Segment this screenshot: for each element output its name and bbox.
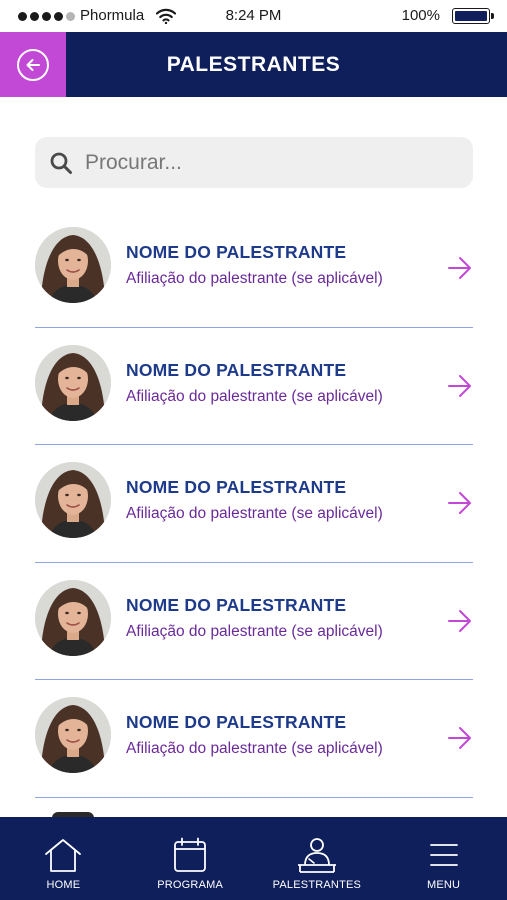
nav-home[interactable]: HOME: [0, 817, 127, 900]
speaker-affiliation: Afiliação do palestrante (se aplicável): [126, 740, 383, 757]
home-icon: [45, 839, 82, 872]
nav-menu[interactable]: MENU: [380, 817, 507, 900]
back-arrow-circle-icon: [17, 48, 49, 81]
nav-programa[interactable]: PROGRAMA: [127, 817, 254, 900]
speaker-list-item[interactable]: NOME DO PALESTRANTE Afiliação do palestr…: [35, 563, 473, 680]
nav-home-label: HOME: [46, 879, 81, 891]
speaker-podium-icon: [297, 838, 336, 873]
app-header: PALESTRANTES: [0, 32, 507, 97]
speaker-list-item[interactable]: NOME DO PALESTRANTE Afiliação do palestr…: [35, 445, 473, 563]
page-title: PALESTRANTES: [166, 53, 341, 76]
arrow-right-icon: [448, 257, 471, 279]
speaker-avatar: [35, 579, 111, 656]
speaker-affiliation: Afiliação do palestrante (se aplicável): [126, 505, 383, 522]
speaker-avatar: [35, 344, 111, 421]
speaker-name: NOME DO PALESTRANTE: [126, 242, 347, 262]
speaker-avatar: [35, 697, 111, 773]
back-button[interactable]: [0, 32, 66, 97]
status-bar: Phormula 8:24 PM 100%: [0, 0, 507, 32]
speaker-affiliation: Afiliação do palestrante (se aplicável): [126, 387, 383, 405]
nav-menu-label: MENU: [427, 879, 461, 891]
nav-programa-label: PROGRAMA: [157, 879, 224, 891]
search-bar[interactable]: [35, 137, 473, 188]
speaker-list-item[interactable]: NOME DO PALESTRANTE Afiliação do palestr…: [35, 680, 473, 798]
speaker-name: NOME DO PALESTRANTE: [126, 712, 347, 732]
arrow-right-icon: [448, 492, 471, 514]
calendar-icon: [174, 837, 207, 872]
speaker-affiliation: Afiliação do palestrante (se aplicável): [126, 270, 383, 287]
speaker-name: NOME DO PALESTRANTE: [126, 477, 347, 497]
battery-percentage: 100%: [401, 7, 440, 24]
search-input[interactable]: [85, 150, 445, 175]
arrow-right-icon: [448, 609, 471, 632]
speaker-avatar: [35, 227, 111, 303]
bottom-navigation: HOME PROGRAMA PALESTRANTES MENU: [0, 817, 507, 900]
hamburger-menu-icon: [429, 844, 458, 866]
speaker-affiliation: Afiliação do palestrante (se aplicável): [126, 622, 383, 640]
speaker-list-item[interactable]: NOME DO PALESTRANTE Afiliação do palestr…: [35, 210, 473, 328]
nav-palestrantes-label: PALESTRANTES: [272, 879, 362, 891]
speaker-avatar: [35, 462, 111, 538]
speaker-name: NOME DO PALESTRANTE: [126, 594, 347, 615]
search-icon: [50, 152, 72, 174]
arrow-right-icon: [448, 374, 471, 397]
speaker-name: NOME DO PALESTRANTE: [126, 359, 347, 380]
nav-palestrantes[interactable]: PALESTRANTES: [254, 817, 381, 900]
speaker-list: NOME DO PALESTRANTE Afiliação do palestr…: [35, 210, 473, 798]
speaker-list-item[interactable]: NOME DO PALESTRANTE Afiliação do palestr…: [35, 328, 473, 445]
arrow-right-icon: [448, 727, 471, 749]
battery-icon: [452, 8, 494, 24]
